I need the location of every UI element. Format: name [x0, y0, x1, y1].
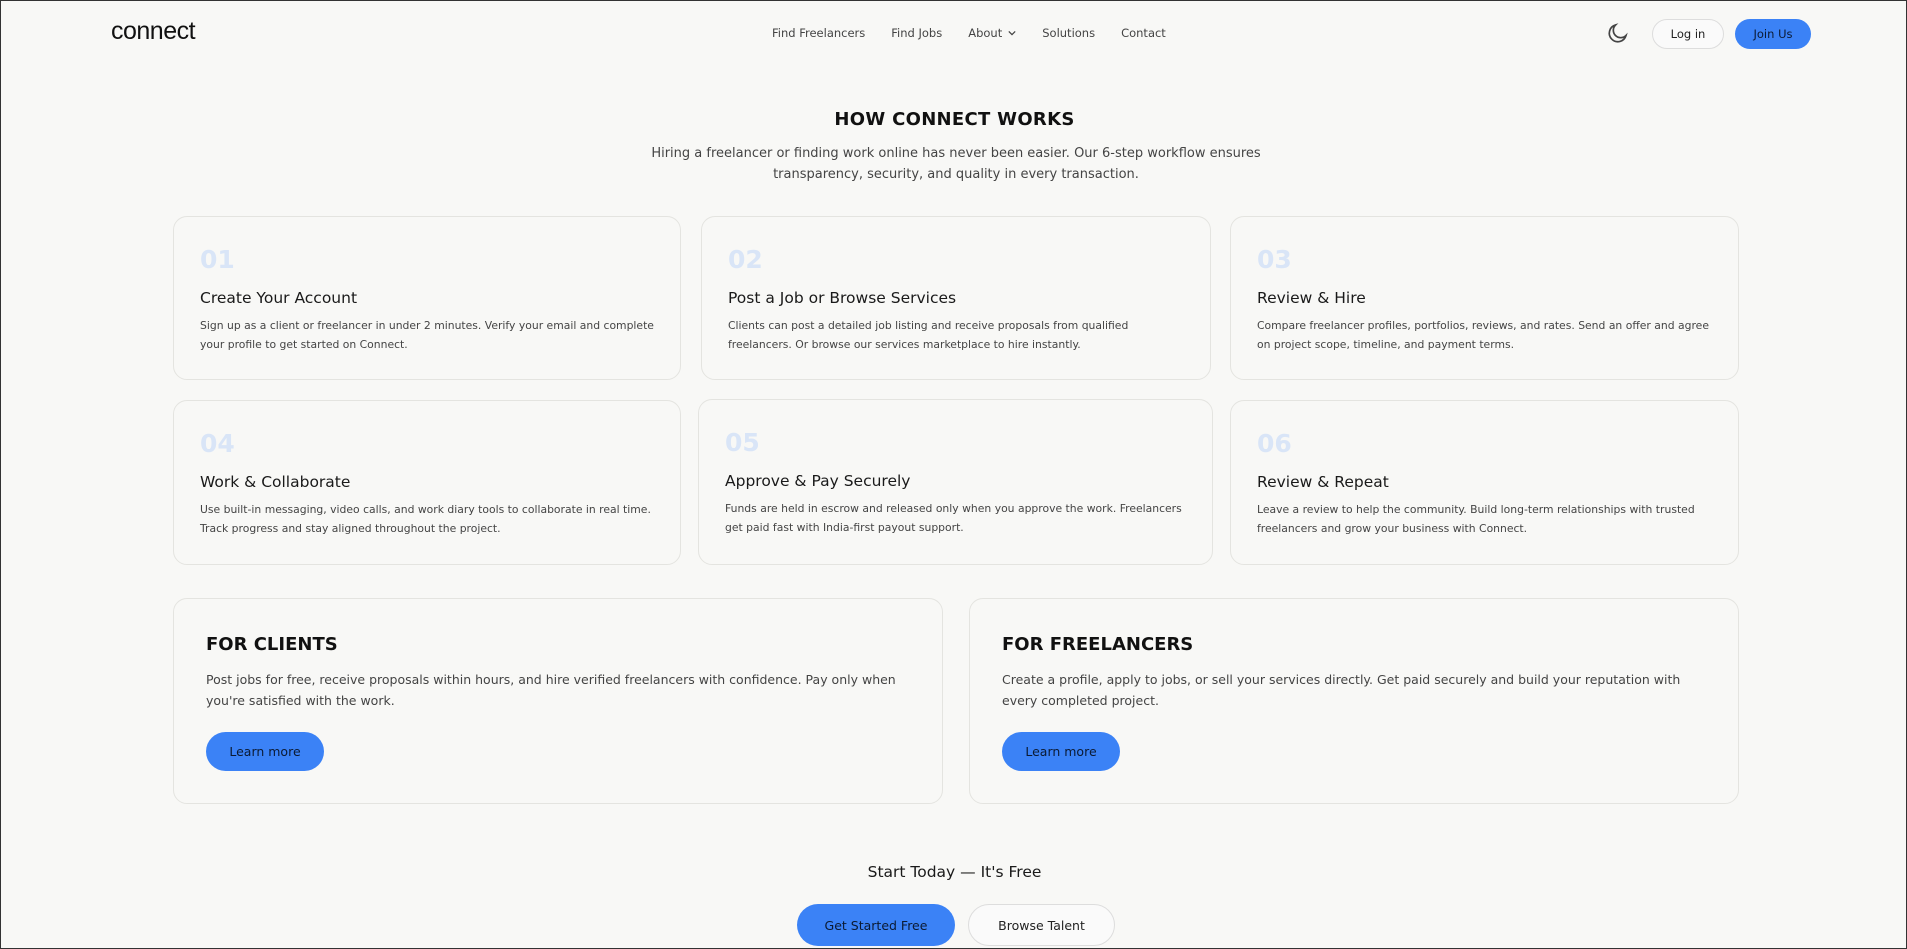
step-title: Create Your Account [200, 289, 358, 307]
step-title: Post a Job or Browse Services [728, 289, 957, 307]
freelancers-learn-more-button[interactable]: Learn more [1002, 732, 1120, 771]
clients-description: Post jobs for free, receive proposals wi… [206, 672, 896, 708]
page-title: HOW CONNECT WORKS [834, 109, 1075, 130]
step-description: Sign up as a client or freelancer in und… [200, 319, 654, 351]
nav-about[interactable]: About [968, 26, 1016, 40]
clients-title: FOR CLIENTS [206, 634, 338, 655]
main-nav: Find Freelancers Find Jobs About Solutio… [772, 26, 1192, 40]
step-number: 04 [200, 429, 235, 458]
step-title: Review & Hire [1257, 289, 1366, 307]
cta-title: Start Today — It's Free [867, 863, 1042, 881]
step-title: Approve & Pay Securely [725, 472, 911, 490]
step-description: Compare freelancer profiles, portfolios,… [1257, 319, 1709, 351]
logo[interactable]: connect [111, 17, 196, 46]
step-number: 03 [1257, 245, 1292, 274]
clients-learn-more-button[interactable]: Learn more [206, 732, 324, 771]
step-number: 02 [728, 245, 763, 274]
moon-icon[interactable] [1606, 21, 1630, 45]
step-number: 06 [1257, 429, 1292, 458]
step-card-1: 01 Create Your Account Sign up as a clie… [173, 216, 681, 380]
freelancers-title: FOR FREELANCERS [1002, 634, 1194, 655]
step-title: Work & Collaborate [200, 473, 351, 491]
step-description: Leave a review to help the community. Bu… [1257, 503, 1695, 535]
clients-card: FOR CLIENTS Post jobs for free, receive … [173, 598, 943, 804]
freelancers-card: FOR FREELANCERS Create a profile, apply … [969, 598, 1739, 804]
login-button[interactable]: Log in [1652, 19, 1724, 49]
join-button[interactable]: Join Us [1735, 19, 1811, 49]
step-card-4: 04 Work & Collaborate Use built-in messa… [173, 400, 681, 565]
get-started-button[interactable]: Get Started Free [797, 904, 955, 946]
step-number: 01 [200, 245, 235, 274]
browse-talent-button[interactable]: Browse Talent [968, 904, 1115, 946]
step-card-2: 02 Post a Job or Browse Services Clients… [701, 216, 1211, 380]
step-card-6: 06 Review & Repeat Leave a review to hel… [1230, 400, 1739, 565]
step-card-5: 05 Approve & Pay Securely Funds are held… [698, 399, 1213, 565]
nav-about-label: About [968, 26, 1003, 40]
freelancers-description: Create a profile, apply to jobs, or sell… [1002, 672, 1681, 708]
nav-solutions[interactable]: Solutions [1042, 26, 1095, 40]
nav-find-freelancers[interactable]: Find Freelancers [772, 26, 865, 40]
step-number: 05 [725, 428, 760, 457]
nav-contact[interactable]: Contact [1121, 26, 1166, 40]
nav-find-jobs[interactable]: Find Jobs [891, 26, 942, 40]
step-title: Review & Repeat [1257, 473, 1389, 491]
site-header: connect Find Freelancers Find Jobs About… [1, 1, 1907, 67]
page-subtitle: Hiring a freelancer or finding work onli… [651, 146, 1261, 182]
step-description: Use built-in messaging, video calls, and… [200, 503, 651, 535]
chevron-down-icon [1008, 30, 1016, 36]
step-description: Funds are held in escrow and released on… [725, 502, 1182, 534]
step-card-3: 03 Review & Hire Compare freelancer prof… [1230, 216, 1739, 380]
step-description: Clients can post a detailed job listing … [728, 319, 1129, 351]
